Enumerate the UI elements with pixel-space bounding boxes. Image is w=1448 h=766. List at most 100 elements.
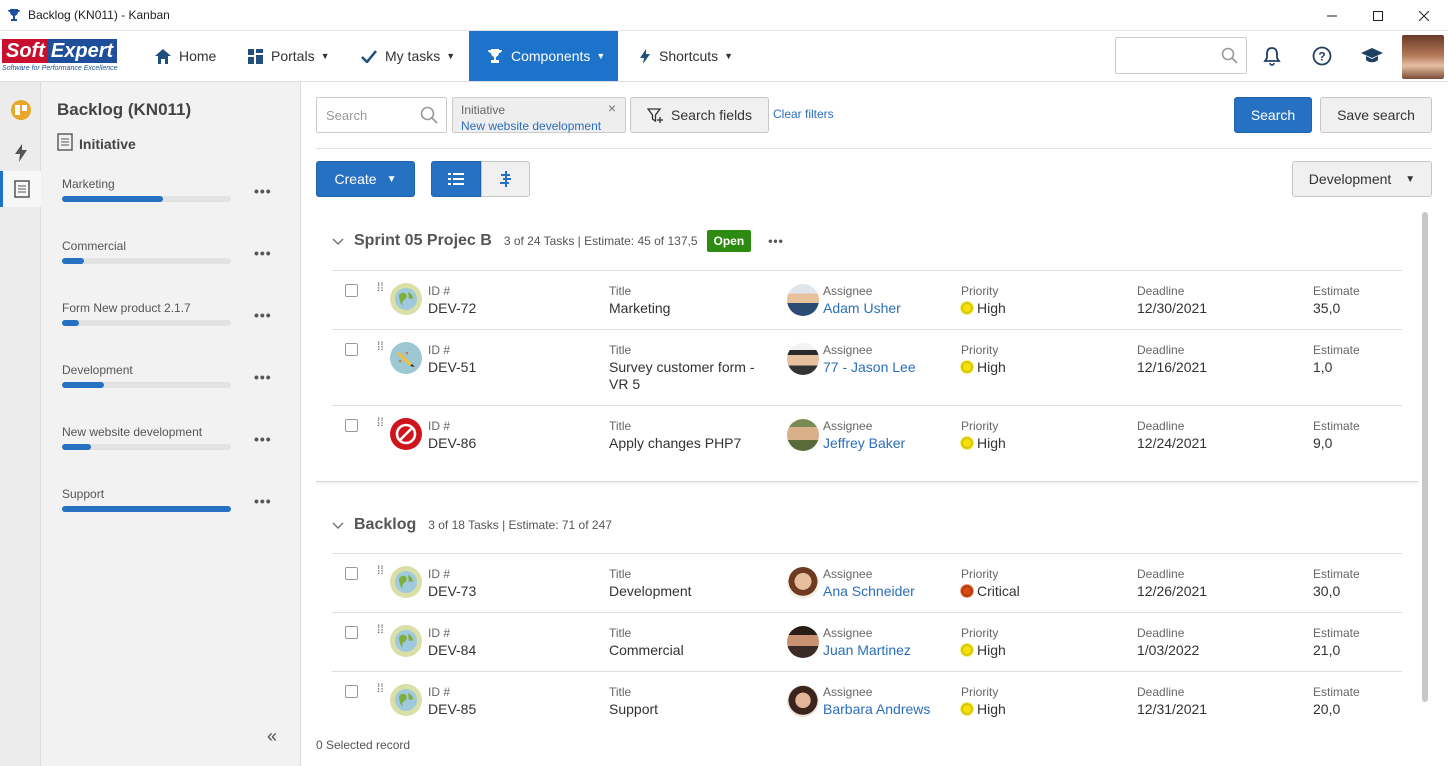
chevron-down-icon[interactable]	[332, 517, 344, 533]
search-button[interactable]: Search	[1234, 97, 1312, 133]
deadline-value: 1/03/2022	[1137, 642, 1200, 658]
deadline-cell: Deadline 12/16/2021	[1137, 343, 1207, 376]
document-icon	[57, 133, 73, 154]
row-checkbox[interactable]	[345, 626, 358, 639]
drag-handle-icon[interactable]: ⁞⁞	[377, 340, 385, 352]
title-cell: Title Survey customer form - VR 5	[609, 343, 769, 393]
drag-handle-icon[interactable]: ⁞⁞	[377, 564, 385, 576]
assignee-cell: Assignee Ana Schneider	[823, 567, 915, 600]
rail-kanban-icon[interactable]	[0, 92, 41, 128]
table-row[interactable]: ⁞⁞ ID # DEV-72 Title Marketing Assignee Ada…	[332, 270, 1402, 329]
clear-filters-link[interactable]: Clear filters	[773, 107, 834, 121]
estimate-value: 30,0	[1313, 583, 1341, 599]
home-icon	[155, 48, 171, 64]
more-options-icon[interactable]: •••	[254, 369, 272, 385]
nav-shortcuts[interactable]: Shortcuts ▼	[639, 31, 739, 81]
window-title: Backlog (KN011) - Kanban	[28, 8, 170, 22]
more-options-icon[interactable]: •••	[768, 234, 784, 248]
bell-icon[interactable]	[1260, 44, 1284, 68]
maximize-icon[interactable]	[1355, 0, 1401, 31]
estimate-value: 35,0	[1313, 300, 1341, 316]
more-options-icon[interactable]: •••	[254, 307, 272, 323]
chevron-down-icon: ▼	[386, 173, 397, 185]
drag-handle-icon[interactable]: ⁞⁞	[377, 682, 385, 694]
task-title: Apply changes PHP7	[609, 435, 742, 451]
assignee-link[interactable]: Jeffrey Baker	[823, 435, 905, 452]
list-view-button[interactable]	[431, 161, 481, 197]
row-checkbox[interactable]	[345, 284, 358, 297]
id-cell: ID # DEV-51	[428, 343, 476, 376]
table-row[interactable]: ⁞⁞ ID # DEV-73 Title Development Assignee A…	[332, 553, 1402, 612]
global-search-input[interactable]	[1115, 37, 1247, 74]
trophy-app-icon	[6, 7, 22, 23]
row-checkbox[interactable]	[345, 343, 358, 356]
assignee-link[interactable]: Adam Usher	[823, 300, 901, 317]
row-checkbox[interactable]	[345, 419, 358, 432]
softexpert-logo[interactable]: Soft Expert Software for Performance Exc…	[2, 39, 132, 75]
create-button[interactable]: Create ▼	[316, 161, 415, 197]
initiative-item[interactable]: Commercial •••	[62, 239, 278, 264]
close-icon[interactable]	[1401, 0, 1447, 31]
timeline-view-button[interactable]	[481, 161, 530, 197]
globe-icon	[390, 283, 422, 315]
remove-filter-icon[interactable]: ×	[608, 100, 616, 116]
user-avatar[interactable]	[1402, 35, 1444, 79]
trophy-icon	[487, 48, 503, 64]
chevron-down-icon[interactable]	[332, 233, 344, 249]
search-icon[interactable]	[1221, 47, 1238, 67]
table-row[interactable]: ⁞⁞ ID # DEV-85 Title Support Assignee Barba…	[332, 671, 1402, 730]
assignee-link[interactable]: 77 - Jason Lee	[823, 359, 916, 376]
initiative-item[interactable]: Development •••	[62, 363, 278, 388]
drag-handle-icon[interactable]: ⁞⁞	[377, 281, 385, 293]
save-search-button[interactable]: Save search	[1320, 97, 1432, 133]
assignee-label: Assignee	[823, 343, 873, 357]
priority-value: High	[977, 701, 1006, 717]
row-checkbox[interactable]	[345, 685, 358, 698]
initiative-progress-bar	[62, 196, 231, 202]
nav-my-tasks[interactable]: My tasks ▼	[361, 31, 461, 81]
nav-components[interactable]: Components ▼	[469, 31, 618, 81]
more-options-icon[interactable]: •••	[254, 431, 272, 447]
nav-home[interactable]: Home	[155, 31, 225, 81]
table-row[interactable]: ⁞⁞ ID # DEV-51 Title Survey customer form …	[332, 329, 1402, 405]
initiative-item[interactable]: Marketing •••	[62, 177, 278, 202]
assignee-link[interactable]: Barbara Andrews	[823, 701, 930, 718]
search-icon[interactable]	[420, 106, 438, 127]
help-icon[interactable]: ?	[1310, 44, 1334, 68]
table-row[interactable]: ⁞⁞ ID # DEV-84 Title Commercial Assignee Ju…	[332, 612, 1402, 671]
deadline-value: 12/31/2021	[1137, 701, 1208, 717]
filter-chip-initiative[interactable]: Initiative New website development ×	[452, 97, 626, 133]
drag-handle-icon[interactable]: ⁞⁞	[377, 416, 385, 428]
avatar	[787, 419, 819, 451]
initiative-item[interactable]: Support •••	[62, 487, 278, 512]
vertical-scrollbar[interactable]	[1422, 212, 1428, 702]
task-id: DEV-72	[428, 300, 477, 316]
globe-icon	[390, 625, 422, 657]
nav-portals[interactable]: Portals ▼	[248, 31, 338, 81]
deadline-value: 12/16/2021	[1137, 359, 1208, 375]
priority-label: Priority	[961, 343, 999, 357]
initiative-item[interactable]: New website development •••	[62, 425, 278, 450]
more-options-icon[interactable]: •••	[254, 245, 272, 261]
globe-icon	[390, 566, 422, 598]
minimize-icon[interactable]	[1309, 0, 1355, 31]
drag-handle-icon[interactable]: ⁞⁞	[377, 623, 385, 635]
grid-icon	[248, 48, 263, 64]
initiative-name: Marketing	[62, 177, 115, 191]
filter-icon	[647, 107, 664, 123]
search-input[interactable]: Search	[316, 97, 447, 133]
more-options-icon[interactable]: •••	[254, 493, 272, 509]
initiative-item[interactable]: Form New product 2.1.7 •••	[62, 301, 278, 326]
view-dropdown[interactable]: Development ▼	[1292, 161, 1432, 197]
row-checkbox[interactable]	[345, 567, 358, 580]
collapse-panel-icon[interactable]: «	[267, 726, 277, 747]
table-row[interactable]: ⁞⁞ ID # DEV-86 Title Apply changes PHP7 As…	[332, 405, 1402, 481]
deadline-cell: Deadline 12/31/2021	[1137, 685, 1207, 718]
assignee-link[interactable]: Juan Martinez	[823, 642, 911, 659]
rail-bolt-icon[interactable]	[0, 135, 41, 171]
graduation-cap-icon[interactable]	[1360, 44, 1384, 68]
assignee-link[interactable]: Ana Schneider	[823, 583, 915, 600]
rail-document-icon[interactable]	[0, 171, 41, 207]
search-fields-button[interactable]: Search fields	[630, 97, 769, 133]
more-options-icon[interactable]: •••	[254, 183, 272, 199]
